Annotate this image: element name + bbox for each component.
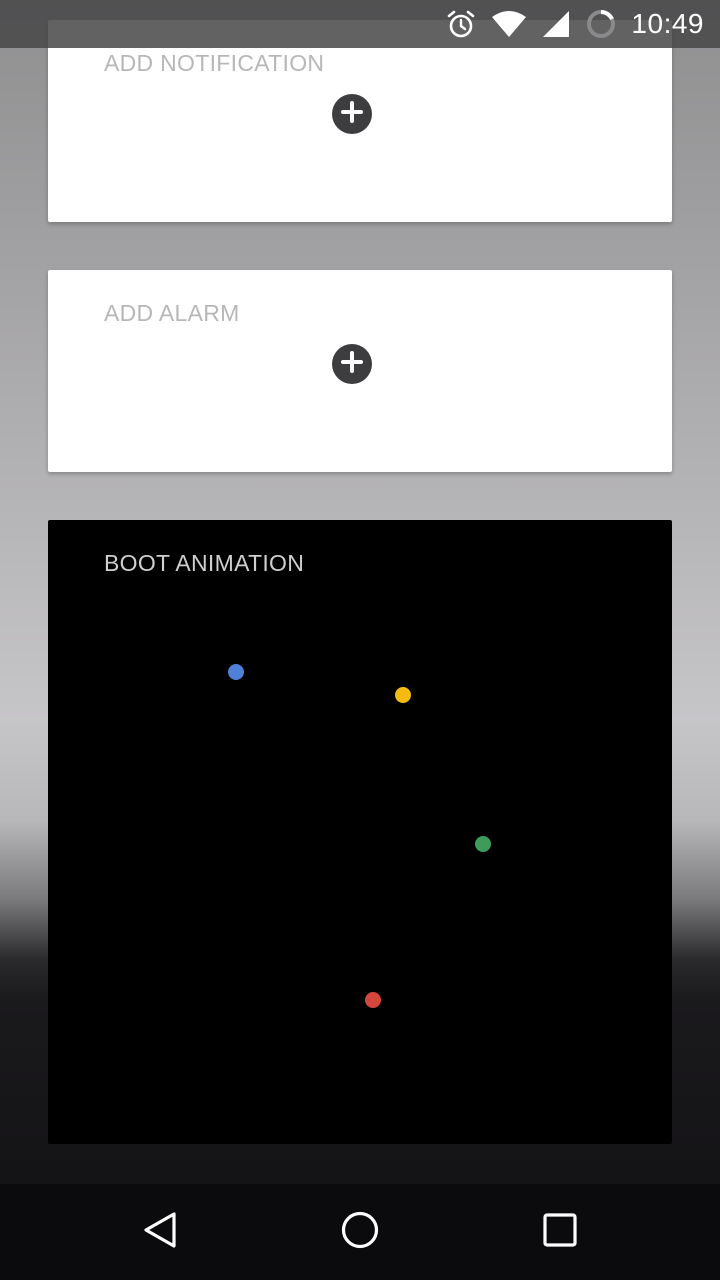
add-alarm-title: ADD ALARM	[104, 300, 240, 326]
add-alarm-button[interactable]	[332, 344, 372, 384]
recents-square-icon	[540, 1210, 580, 1255]
add-notification-card: ADD NOTIFICATION	[48, 20, 672, 222]
status-bar: 10:49	[0, 0, 720, 48]
navigation-bar	[0, 1184, 720, 1280]
nav-back-button[interactable]	[136, 1208, 184, 1256]
battery-charging-ring-icon	[585, 8, 617, 40]
plus-icon	[341, 100, 363, 128]
boot-animation-card[interactable]: BOOT ANIMATION	[48, 520, 672, 1144]
cell-signal-icon	[541, 9, 571, 39]
boot-dot-red	[365, 992, 381, 1008]
wifi-icon	[491, 9, 527, 39]
home-circle-icon	[340, 1210, 380, 1255]
boot-animation-canvas	[228, 664, 491, 1008]
alarm-clock-icon	[445, 8, 477, 40]
back-triangle-icon	[140, 1210, 180, 1255]
add-notification-title: ADD NOTIFICATION	[104, 50, 325, 76]
add-notification-button[interactable]	[332, 94, 372, 134]
status-time: 10:49	[631, 8, 704, 39]
nav-recents-button[interactable]	[536, 1208, 584, 1256]
boot-dot-green	[475, 836, 491, 852]
nav-home-button[interactable]	[336, 1208, 384, 1256]
boot-dot-yellow	[395, 687, 411, 703]
add-alarm-card: ADD ALARM	[48, 270, 672, 472]
plus-icon	[341, 350, 363, 378]
boot-dot-blue	[228, 664, 244, 680]
